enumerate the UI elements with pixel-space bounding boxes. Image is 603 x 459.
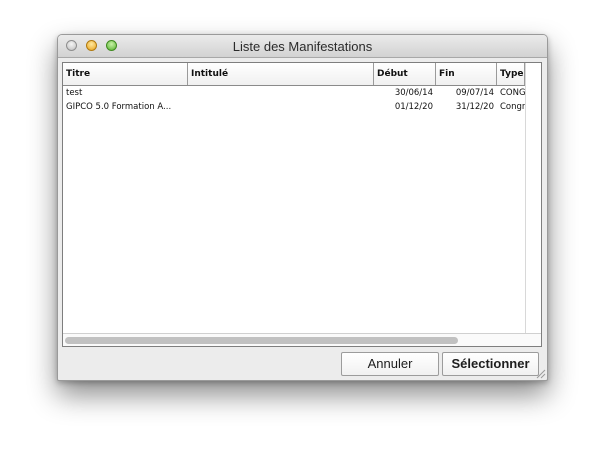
table-body: test 30/06/14 09/07/14 CONGR GIPCO 5.0 F… xyxy=(63,86,525,114)
column-header-fin[interactable]: Fin xyxy=(436,63,497,85)
vertical-scrollbar[interactable] xyxy=(525,63,541,333)
cell-type: Congr xyxy=(500,102,525,112)
table-header: Titre Intitulé Début Fin Type xyxy=(63,63,541,86)
table-row[interactable]: test 30/06/14 09/07/14 CONGR xyxy=(63,86,525,100)
cell-debut: 01/12/20 xyxy=(394,102,433,112)
manifestations-table: Titre Intitulé Début Fin Type test 30/06… xyxy=(62,62,542,347)
horizontal-scrollbar[interactable] xyxy=(63,333,541,346)
window-title: Liste des Manifestations xyxy=(232,39,373,54)
cell-intitule xyxy=(188,100,374,114)
select-button[interactable]: Sélectionner xyxy=(442,352,539,376)
horizontal-scroll-thumb[interactable] xyxy=(65,337,458,344)
cell-type: CONGR xyxy=(500,88,525,98)
cell-fin: 09/07/14 xyxy=(455,88,494,98)
resize-grip-icon[interactable] xyxy=(535,368,546,379)
column-header-intitule[interactable]: Intitulé xyxy=(188,63,374,85)
cell-intitule xyxy=(188,86,374,100)
cell-debut: 30/06/14 xyxy=(394,88,433,98)
cell-titre: test xyxy=(66,88,83,98)
column-header-titre[interactable]: Titre xyxy=(63,63,188,85)
cancel-button[interactable]: Annuler xyxy=(341,352,439,376)
dialog-window: Liste des Manifestations Titre Intitulé … xyxy=(57,34,548,381)
column-header-debut[interactable]: Début xyxy=(374,63,436,85)
cell-fin: 31/12/20 xyxy=(455,102,494,112)
table-row[interactable]: GIPCO 5.0 Formation A... 01/12/20 31/12/… xyxy=(63,100,525,114)
title-bar[interactable]: Liste des Manifestations xyxy=(58,35,547,58)
cell-titre: GIPCO 5.0 Formation A... xyxy=(66,102,172,112)
column-header-type[interactable]: Type xyxy=(497,63,525,85)
